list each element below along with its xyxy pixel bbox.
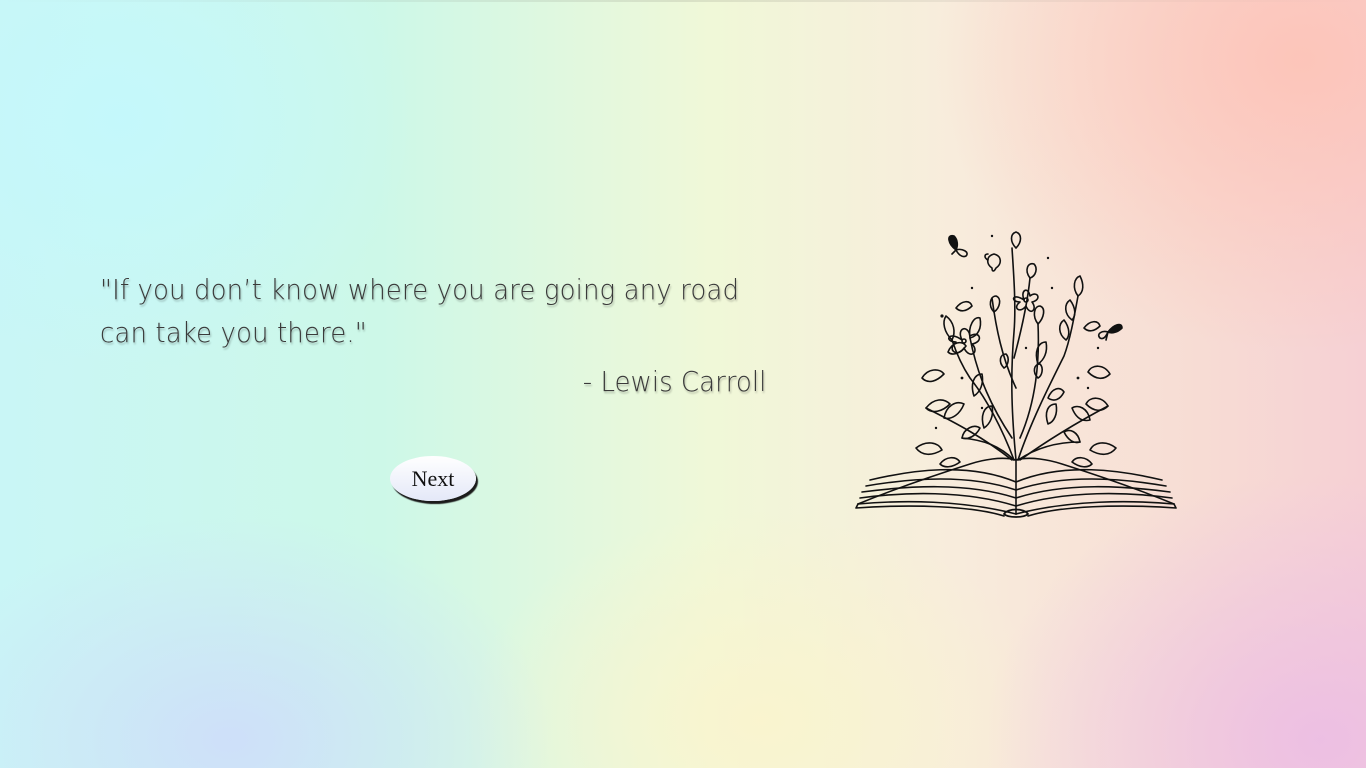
next-button[interactable]: Next — [390, 456, 476, 501]
quote-block: "If you don’t know where you are going a… — [100, 268, 766, 400]
quote-author: - Lewis Carroll — [100, 364, 766, 400]
quote-author-label: - Lewis Carroll — [582, 365, 766, 398]
open-book-with-flowers-icon — [855, 231, 1177, 518]
quote-text: "If you don’t know where you are going a… — [100, 273, 740, 349]
top-border — [0, 0, 1366, 2]
